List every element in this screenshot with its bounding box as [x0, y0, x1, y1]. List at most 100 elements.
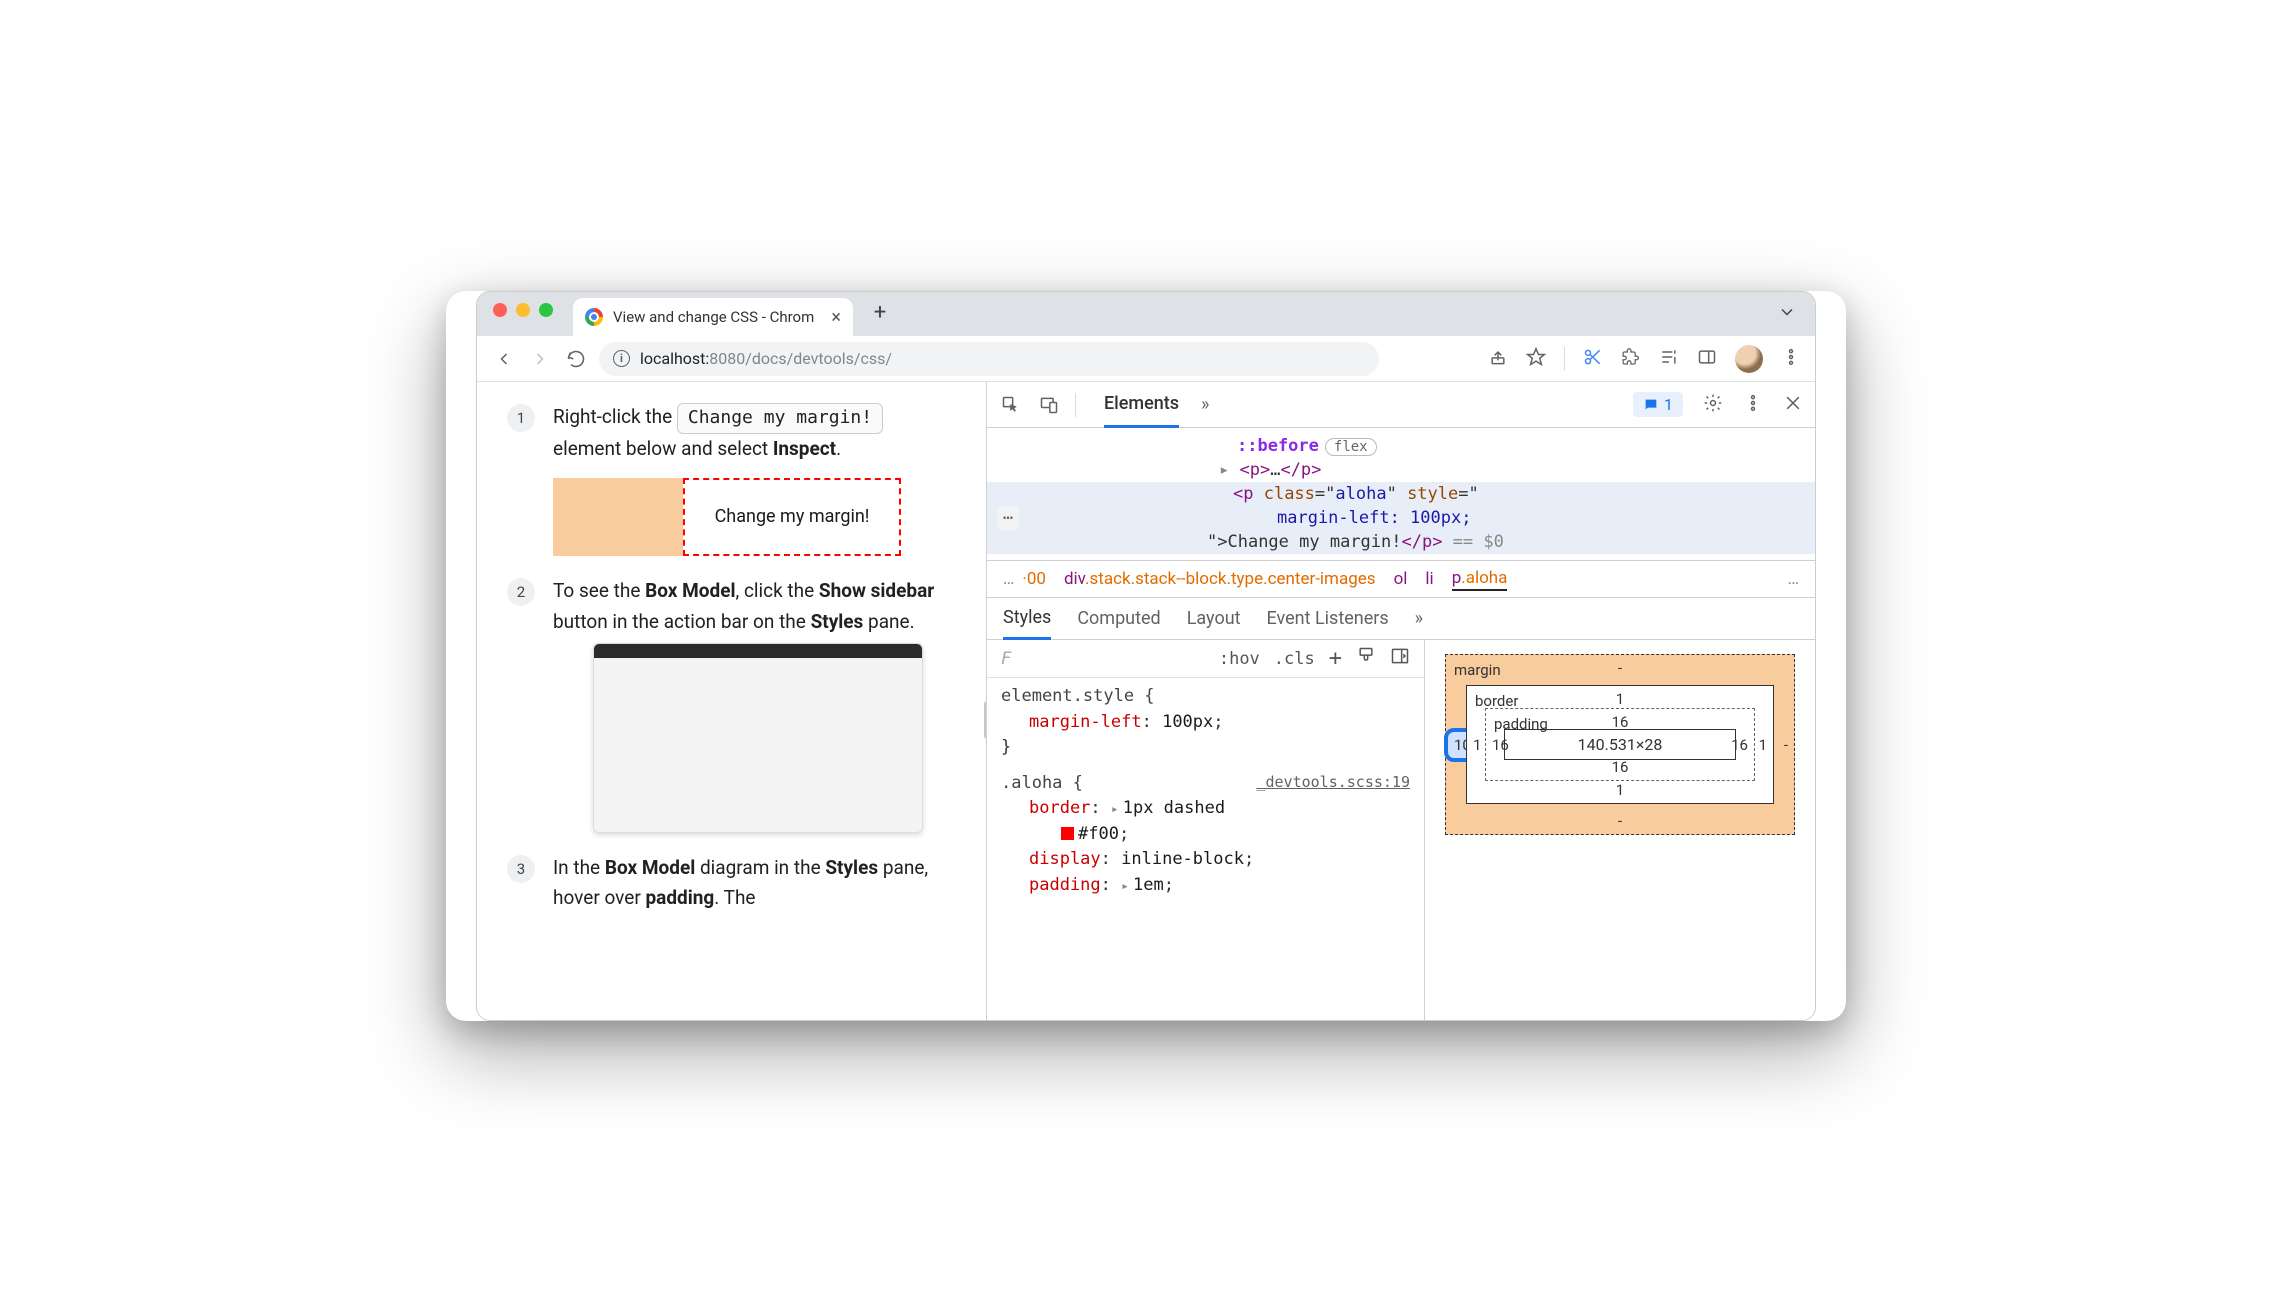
source-link[interactable]: _devtools.scss:19	[1256, 771, 1410, 794]
breadcrumb[interactable]: … ·00 div.stack.stack--block.type.center…	[987, 560, 1815, 598]
styles-tabs: Styles Computed Layout Event Listeners »	[987, 598, 1815, 640]
css-rules[interactable]: element.style { margin-left: 100px; } .a…	[987, 678, 1424, 904]
tab-title: View and change CSS - Chrom	[613, 308, 814, 326]
devtools-panel: Elements » 1 ::befo	[987, 382, 1815, 1020]
new-rule-icon[interactable]: +	[1329, 646, 1342, 671]
browser-tab[interactable]: View and change CSS - Chrom ×	[573, 298, 853, 336]
border-right-value[interactable]: 1	[1759, 736, 1767, 754]
padding-top-value[interactable]: 16	[1612, 713, 1629, 731]
step-text: In the Box Model diagram in the Styles p…	[553, 853, 956, 914]
tab-strip: View and change CSS - Chrom × +	[477, 292, 1815, 336]
margin-overlay	[553, 478, 683, 556]
node-text: Change my margin!	[1227, 532, 1401, 552]
subtab-computed[interactable]: Computed	[1077, 608, 1160, 629]
chrome-menu-icon[interactable]	[1781, 347, 1801, 371]
browser-window: View and change CSS - Chrom × + i localh…	[476, 291, 1816, 1021]
fullscreen-window-icon[interactable]	[539, 303, 553, 317]
reload-button[interactable]	[563, 346, 589, 372]
flex-badge[interactable]: flex	[1325, 438, 1377, 456]
toolbar: i localhost:8080/docs/devtools/css/	[477, 336, 1815, 382]
crumb-item-active[interactable]: p.aloha	[1452, 568, 1508, 591]
chrome-favicon-icon	[585, 308, 603, 326]
device-toggle-icon[interactable]	[1037, 393, 1061, 417]
padding-bottom-value[interactable]: 16	[1612, 758, 1629, 776]
step-text: Right-click the Change my margin! elemen…	[553, 402, 956, 556]
selected-dom-node[interactable]: <p class="aloha" style="	[987, 482, 1815, 506]
border-left-value[interactable]: 1	[1473, 736, 1481, 754]
extensions-icon[interactable]	[1621, 347, 1641, 371]
forward-button[interactable]	[527, 346, 553, 372]
crumb-item[interactable]: li	[1425, 569, 1433, 589]
content-dimensions[interactable]: 140.531×28	[1504, 729, 1736, 760]
step-number: 2	[507, 578, 535, 606]
dom-ellipsis-icon[interactable]: ⋯	[997, 506, 1019, 530]
border-bottom-value[interactable]: 1	[1616, 781, 1624, 799]
margin-bottom-value[interactable]: -	[1618, 812, 1622, 830]
show-sidebar-icon[interactable]	[1390, 646, 1410, 671]
inline-style-text: margin-left: 100px;	[1277, 508, 1471, 528]
hov-toggle[interactable]: :hov	[1219, 649, 1260, 669]
pseudo-before: ::before	[1237, 436, 1319, 456]
settings-icon[interactable]	[1703, 393, 1723, 417]
demo-element[interactable]: Change my margin!	[683, 478, 901, 556]
back-button[interactable]	[491, 346, 517, 372]
site-info-icon[interactable]: i	[613, 350, 630, 367]
subtab-layout[interactable]: Layout	[1187, 608, 1241, 629]
code-pill: Change my margin!	[677, 403, 883, 434]
margin-label: margin	[1454, 661, 1501, 679]
issues-badge[interactable]: 1	[1633, 392, 1683, 417]
separator	[1564, 347, 1565, 371]
tab-search-icon[interactable]	[1777, 302, 1797, 326]
crumb-item[interactable]: ol	[1394, 569, 1408, 589]
window-controls[interactable]	[493, 303, 553, 317]
page-content: 1 Right-click the Change my margin! elem…	[477, 382, 987, 1020]
bookmark-icon[interactable]	[1526, 347, 1546, 371]
crumb-item[interactable]: div.stack.stack--block.type.center-image…	[1064, 569, 1376, 589]
color-swatch-icon[interactable]	[1061, 827, 1074, 840]
padding-left-value[interactable]: 16	[1492, 736, 1509, 754]
box-model-diagram[interactable]: margin - - - 100 border 1 1 1 1	[1425, 640, 1815, 1020]
separator	[1075, 393, 1076, 417]
tab-overflow-icon[interactable]: »	[1201, 382, 1209, 428]
inspect-icon[interactable]	[999, 393, 1023, 417]
close-window-icon[interactable]	[493, 303, 507, 317]
url-text: localhost:8080/docs/devtools/css/	[640, 349, 892, 368]
tab-elements[interactable]: Elements	[1104, 382, 1179, 428]
cls-toggle[interactable]: .cls	[1274, 649, 1315, 669]
paint-brush-icon[interactable]	[1356, 646, 1376, 671]
dollar-zero-label: == $0	[1453, 532, 1504, 552]
pane-resize-handle[interactable]	[984, 701, 987, 739]
minimize-window-icon[interactable]	[516, 303, 530, 317]
padding-right-value[interactable]: 16	[1731, 736, 1748, 754]
side-panel-icon[interactable]	[1697, 347, 1717, 371]
devtools-menu-icon[interactable]	[1743, 393, 1763, 417]
subtab-event-listeners[interactable]: Event Listeners	[1267, 608, 1389, 629]
devtools-close-icon[interactable]	[1783, 393, 1803, 417]
address-bar[interactable]: i localhost:8080/docs/devtools/css/	[599, 342, 1379, 376]
share-icon[interactable]	[1488, 347, 1508, 371]
filter-input[interactable]: F	[1001, 649, 1041, 669]
margin-demo: Change my margin!	[553, 478, 956, 556]
new-tab-button[interactable]: +	[865, 297, 895, 327]
styles-filter-bar: F :hov .cls +	[987, 640, 1424, 678]
tab-close-icon[interactable]: ×	[831, 307, 841, 328]
crumb-overflow[interactable]: …	[1788, 569, 1799, 589]
step-text: To see the Box Model, click the Show sid…	[553, 576, 956, 833]
dom-tree[interactable]: ::beforeflex ▸ <p>…</p> <p class="aloha"…	[987, 428, 1815, 560]
scissors-icon[interactable]	[1583, 347, 1603, 371]
subtab-overflow-icon[interactable]: »	[1415, 608, 1423, 629]
margin-top-value[interactable]: -	[1618, 659, 1622, 677]
margin-right-value[interactable]: -	[1784, 736, 1788, 754]
styles-pane: F :hov .cls + element.style { margin-lef…	[987, 640, 1425, 1020]
step-number: 3	[507, 855, 535, 883]
subtab-styles[interactable]: Styles	[1003, 598, 1051, 640]
padding-label: padding	[1494, 715, 1548, 733]
crumb-overflow[interactable]: …	[1003, 569, 1014, 589]
border-top-value[interactable]: 1	[1616, 690, 1624, 708]
profile-avatar[interactable]	[1735, 345, 1763, 373]
reading-list-icon[interactable]	[1659, 347, 1679, 371]
step-number: 1	[507, 404, 535, 432]
devtools-toolbar: Elements » 1	[987, 382, 1815, 428]
screenshot-thumbnail	[593, 643, 923, 833]
crumb-item[interactable]: ·00	[1022, 569, 1046, 589]
